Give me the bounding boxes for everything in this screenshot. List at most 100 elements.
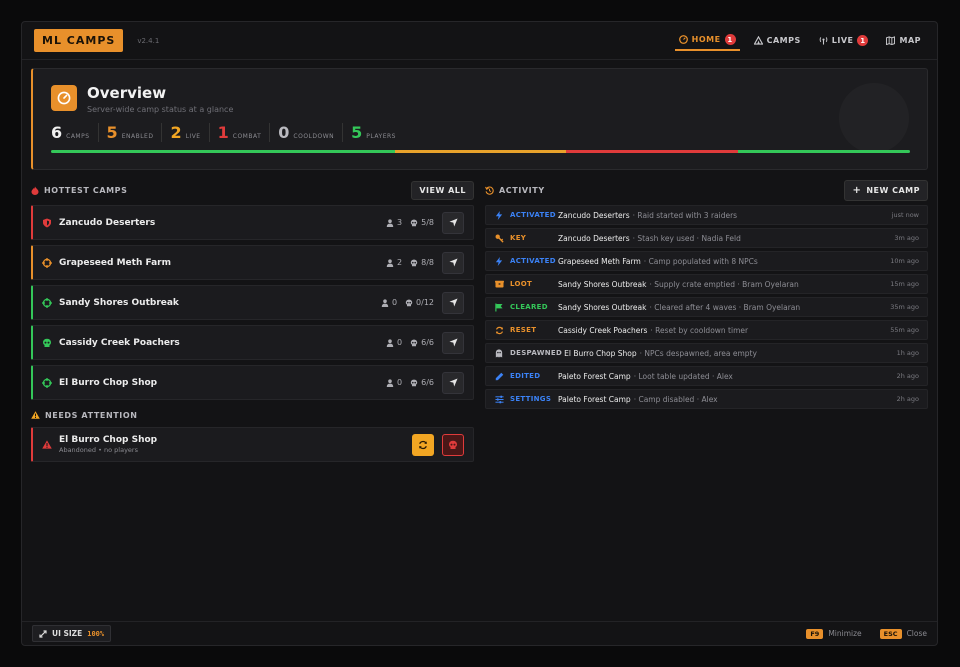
camp-name: Sandy Shores Outbreak: [59, 297, 179, 308]
footer-bar: UI SIZE 100% F9 Minimize ESC Close: [22, 621, 937, 645]
activity-time: 1h ago: [896, 349, 919, 357]
bolt-icon: [494, 210, 504, 220]
flag-icon: [494, 303, 504, 312]
tab-map-label: MAP: [899, 36, 921, 45]
progress-segment: [51, 150, 395, 153]
teleport-button[interactable]: [442, 371, 464, 394]
activity-type: EDITED: [510, 372, 541, 380]
crosshair-icon: [42, 377, 52, 388]
stat-players: 5 PLAYERS: [351, 123, 404, 142]
teleport-button[interactable]: [442, 331, 464, 354]
person-icon: [386, 338, 394, 347]
attention-actions: [412, 433, 464, 456]
tab-map[interactable]: MAP: [882, 32, 925, 49]
activity-camp: Sandy Shores Outbreak: [558, 302, 647, 312]
activity-desc: · Stash key used · Nadia Feld: [632, 233, 741, 243]
stat-value: 5: [351, 123, 363, 142]
tab-live[interactable]: LIVE 1: [815, 31, 873, 50]
activity-desc: · NPCs despawned, area empty: [639, 348, 757, 358]
hottest-title: HOTTEST CAMPS: [31, 186, 128, 195]
bolt-icon: [494, 256, 504, 266]
stat-value: 2: [170, 123, 182, 142]
crosshair-icon: [42, 257, 52, 268]
tab-home-badge: 1: [724, 34, 736, 45]
skull-icon: [449, 440, 457, 449]
app-logo: ML CAMPS: [34, 29, 124, 52]
camp-npcs: 6/6: [410, 338, 434, 347]
camp-row[interactable]: El Burro Chop Shop 0 6/6: [31, 365, 474, 400]
tab-home[interactable]: HOME 1: [674, 30, 740, 51]
warning-icon: [42, 440, 52, 449]
navigate-arrow-icon: [448, 338, 458, 347]
camp-name: Cassidy Creek Poachers: [59, 337, 180, 348]
hottest-header: HOTTEST CAMPS VIEW ALL: [31, 180, 474, 200]
tab-live-badge: 1: [857, 35, 869, 46]
person-icon: [381, 298, 389, 307]
hotkey-close[interactable]: ESC Close: [879, 629, 927, 639]
camp-row[interactable]: Cassidy Creek Poachers 0 6/6: [31, 325, 474, 360]
activity-desc: · Loot table updated · Alex: [633, 371, 733, 381]
activity-type: CLEARED: [510, 303, 548, 311]
reset-camp-button[interactable]: [412, 433, 434, 456]
teleport-button[interactable]: [442, 291, 464, 314]
camp-players: 3: [386, 218, 402, 227]
ui-size-value: 100%: [87, 629, 105, 638]
warning-icon: [31, 411, 40, 419]
camp-meta: 0 6/6: [386, 378, 434, 387]
activity-desc: · Raid started with 3 raiders: [632, 210, 738, 220]
stat-value: 6: [51, 123, 63, 142]
overview-subtitle: Server-wide camp status at a glance: [87, 105, 234, 114]
tab-camps[interactable]: CAMPS: [750, 32, 805, 49]
camp-row[interactable]: Grapeseed Meth Farm 2 8/8: [31, 245, 474, 280]
despawn-camp-button[interactable]: [442, 433, 464, 456]
camp-name: Zancudo Deserters: [59, 217, 156, 228]
overview-stats: 6 CAMPS 5 ENABLED 2 LIVE 1 COMBAT 0 COOLDOWN 5 PLAY…: [51, 123, 412, 142]
activity-type: KEY: [510, 234, 527, 242]
progress-segment: [394, 150, 567, 153]
stat-value: 1: [217, 123, 229, 142]
stat-label: COMBAT: [232, 133, 262, 140]
skull-icon: [410, 219, 418, 227]
camp-row[interactable]: Sandy Shores Outbreak 0 0/12: [31, 285, 474, 320]
stat-combat: 1 COMBAT: [218, 123, 271, 142]
ui-size-button[interactable]: UI SIZE 100%: [32, 625, 112, 642]
attention-title: NEEDS ATTENTION: [31, 411, 138, 420]
new-camp-button[interactable]: + NEW CAMP: [844, 179, 928, 201]
stat-live: 2 LIVE: [170, 123, 210, 142]
shield-icon: [42, 218, 52, 228]
camp-row[interactable]: Zancudo Deserters 3 5/8: [31, 205, 474, 240]
activity-item: KEY Zancudo Deserters · Stash key used ·…: [485, 228, 928, 248]
person-icon: [386, 258, 394, 267]
activity-item: RESET Cassidy Creek Poachers · Reset by …: [485, 320, 928, 340]
activity-type: ACTIVATED: [510, 211, 556, 219]
camp-meta: 0 6/6: [386, 338, 434, 347]
teleport-button[interactable]: [442, 211, 464, 234]
right-column: ACTIVITY + NEW CAMP ACTIVATED Zancudo Des…: [485, 179, 928, 412]
activity-camp: Zancudo Deserters: [558, 233, 630, 243]
overview-card: Overview Server-wide camp status at a gl…: [31, 68, 928, 170]
hotkey-minimize[interactable]: F9 Minimize: [806, 629, 862, 639]
tab-camps-label: CAMPS: [766, 36, 801, 45]
navigate-arrow-icon: [448, 378, 458, 387]
view-all-button[interactable]: VIEW ALL: [411, 180, 474, 200]
attention-item[interactable]: El Burro Chop Shop Abandoned • no player…: [31, 427, 474, 462]
camp-meta: 3 5/8: [386, 218, 434, 227]
activity-item: ACTIVATED Zancudo Deserters · Raid start…: [485, 205, 928, 225]
skull-icon: [42, 338, 52, 348]
progress-segment: [738, 150, 910, 153]
activity-desc: · Camp disabled · Alex: [633, 394, 718, 404]
stat-camps: 6 CAMPS: [51, 123, 99, 142]
app-window: ML CAMPS v2.4.1 HOME 1 CAMPS LIVE 1 MAP: [21, 21, 938, 646]
skull-icon: [410, 339, 418, 347]
key-icon: [494, 234, 504, 243]
resize-icon: [39, 629, 47, 638]
teleport-button[interactable]: [442, 251, 464, 274]
activity-time: 10m ago: [890, 257, 919, 265]
activity-camp: Zancudo Deserters: [558, 210, 630, 220]
activity-header: ACTIVITY + NEW CAMP: [485, 179, 928, 201]
activity-type: DESPAWNED: [510, 349, 563, 357]
stat-enabled: 5 ENABLED: [107, 123, 163, 142]
activity-camp: Grapeseed Meth Farm: [558, 256, 641, 266]
activity-item: LOOT Sandy Shores Outbreak · Supply crat…: [485, 274, 928, 294]
attention-text: El Burro Chop Shop Abandoned • no player…: [59, 435, 157, 454]
